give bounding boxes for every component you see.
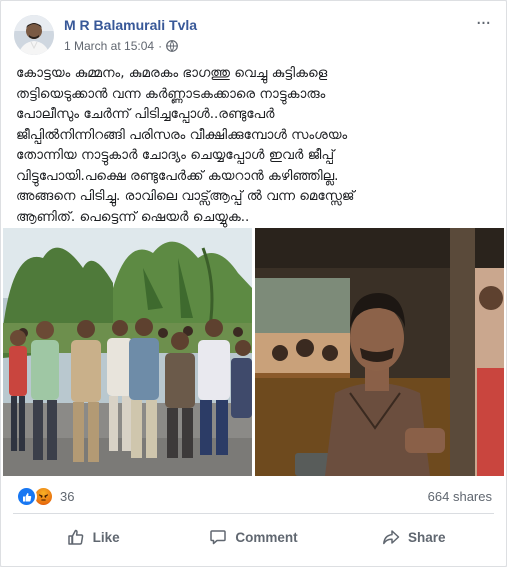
author-name[interactable]: M R Balamurali Tvla	[64, 17, 197, 33]
action-divider	[13, 513, 494, 514]
shares-count[interactable]: 664 shares	[428, 489, 492, 504]
meta-separator: ·	[158, 39, 163, 53]
comment-label: Comment	[235, 529, 298, 545]
like-reaction-icon	[16, 486, 37, 507]
avatar[interactable]	[14, 15, 54, 55]
globe-icon[interactable]	[166, 40, 178, 52]
comment-icon	[210, 530, 227, 545]
reactions-summary[interactable]: 36	[16, 486, 74, 507]
post-meta: 1 March at 15:04 ·	[64, 39, 178, 53]
like-label: Like	[92, 529, 120, 545]
post-text: കോട്ടയം കുമ്മനം, കുമരകം ഭാഗത്തു വെച്ചു ക…	[16, 65, 355, 225]
share-button[interactable]: Share	[334, 517, 494, 557]
man-in-vehicle-photo[interactable]	[255, 228, 504, 476]
post-timestamp[interactable]: 1 March at 15:04	[64, 39, 154, 53]
share-arrow-icon	[383, 530, 400, 545]
share-label: Share	[408, 529, 446, 545]
post-card: M R Balamurali Tvla 1 March at 15:04 · ·…	[0, 0, 507, 567]
reactions-count[interactable]: 36	[60, 489, 74, 504]
thumbs-up-icon	[67, 529, 83, 545]
avatar-image	[14, 15, 54, 55]
crowd-street-photo[interactable]	[3, 228, 252, 476]
comment-button[interactable]: Comment	[173, 517, 333, 557]
more-options-icon[interactable]: ···	[474, 13, 492, 34]
action-bar: Like Comment Share	[13, 517, 494, 557]
like-button[interactable]: Like	[13, 517, 173, 557]
